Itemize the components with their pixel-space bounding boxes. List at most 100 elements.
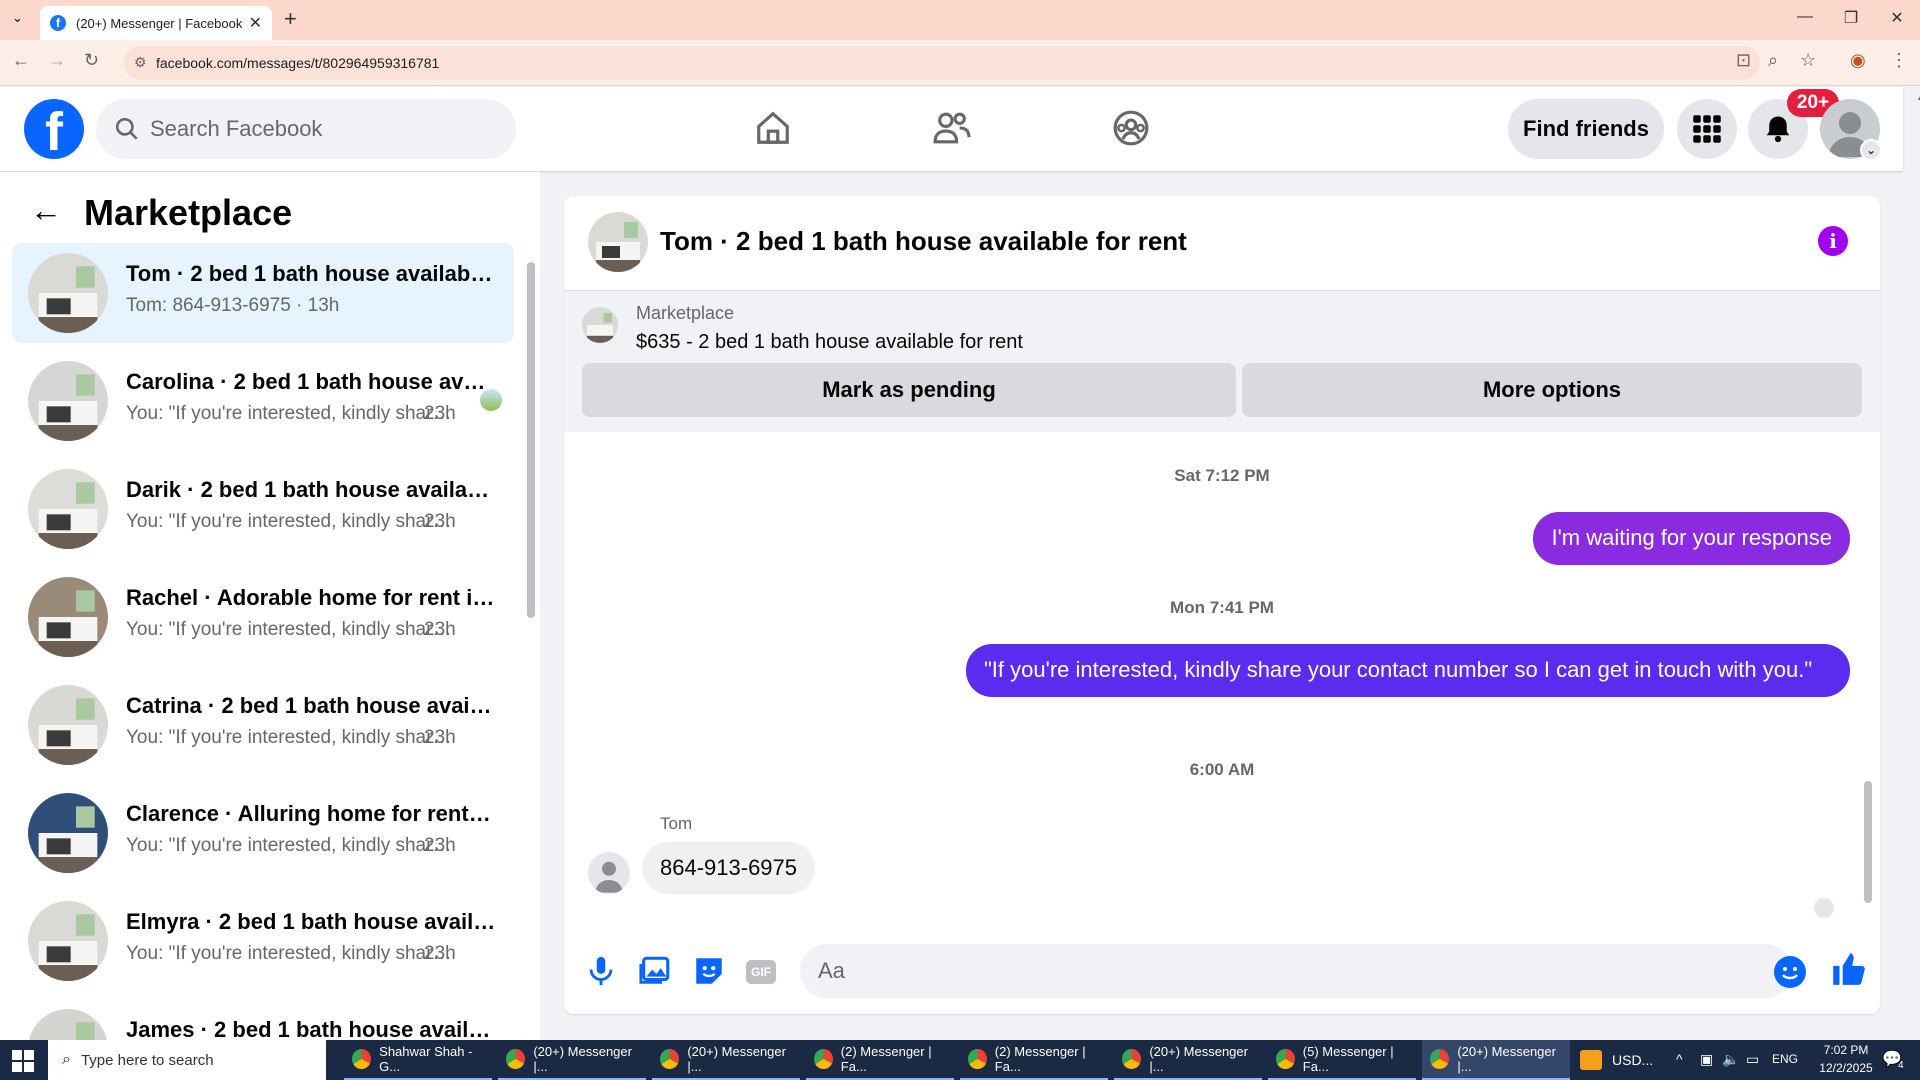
page-scroll-up-icon[interactable]: ▲ xyxy=(1916,92,1920,103)
install-icon[interactable]: ⊡ xyxy=(1736,50,1751,71)
taskbar-window-item[interactable]: (20+) Messenger |... xyxy=(1422,1040,1570,1080)
taskbar-window-item[interactable]: Shahwar Shah - G... xyxy=(344,1040,492,1080)
conversation-item[interactable]: James · 2 bed 1 bath house available for… xyxy=(12,999,514,1040)
url-field[interactable]: ⚙ facebook.com/messages/t/80296495931678… xyxy=(124,46,1760,80)
taskbar-item-label: (20+) Messenger |... xyxy=(687,1044,786,1074)
chrome-icon xyxy=(506,1049,526,1069)
chrome-icon xyxy=(1276,1049,1295,1069)
conversation-item[interactable]: Clarence · Alluring home for rent in tow… xyxy=(12,783,514,883)
taskbar-search[interactable]: ⌕ Type here to search xyxy=(48,1040,326,1080)
back-icon[interactable]: ← xyxy=(12,50,30,71)
search-placeholder: Search Facebook xyxy=(150,116,323,141)
photo-icon[interactable] xyxy=(638,954,672,993)
volume-icon[interactable]: 🔈 xyxy=(1722,1051,1739,1068)
currency-widget-text: USD... xyxy=(1612,1052,1654,1068)
friends-icon[interactable] xyxy=(932,109,972,152)
find-friends-button[interactable]: Find friends xyxy=(1508,99,1664,159)
browser-tab-bar: ⌄ f (20+) Messenger | Facebook ✕ + — ❐ ✕ xyxy=(0,0,1920,40)
conversation-title: James · 2 bed 1 bath house available for… xyxy=(126,1017,496,1040)
reload-icon[interactable]: ↻ xyxy=(84,50,99,71)
chat-title[interactable]: Tom · 2 bed 1 bath house available for r… xyxy=(660,226,1187,257)
restore-icon[interactable]: ❐ xyxy=(1836,8,1866,28)
conversation-item[interactable]: Tom · 2 bed 1 bath house available for r… xyxy=(12,243,514,343)
clock-date[interactable]: 12/2/2025 xyxy=(1808,1061,1884,1075)
taskbar-window-item[interactable]: (2) Messenger | Fa... xyxy=(960,1040,1108,1080)
sender-name: Tom xyxy=(660,814,693,833)
conversation-item[interactable]: Carolina · 2 bed 1 bath house available … xyxy=(12,351,514,451)
menu-dots-icon[interactable]: ⋮ xyxy=(1890,50,1908,71)
chat-scrollbar[interactable] xyxy=(1864,781,1872,903)
mark-as-pending-button[interactable]: Mark as pending xyxy=(582,363,1236,417)
show-hidden-icons[interactable]: ^ xyxy=(1676,1051,1683,1067)
conversation-item[interactable]: Darik · 2 bed 1 bath house available for… xyxy=(12,459,514,559)
groups-icon[interactable] xyxy=(1112,109,1150,152)
chrome-icon xyxy=(352,1049,372,1069)
like-thumb-icon[interactable] xyxy=(1830,950,1868,993)
taskbar-window-item[interactable]: (20+) Messenger |... xyxy=(498,1040,646,1080)
more-options-button[interactable]: More options xyxy=(1242,363,1862,417)
taskbar-window-item[interactable]: (20+) Messenger |... xyxy=(1114,1040,1262,1080)
windows-taskbar: ⌕ Type here to search Shahwar Shah - G..… xyxy=(0,1040,1920,1080)
home-icon[interactable] xyxy=(754,109,792,152)
tab-title: (20+) Messenger | Facebook xyxy=(76,15,243,31)
listing-thumb xyxy=(582,307,618,343)
conversation-item[interactable]: Elmyra · 2 bed 1 bath house available fo… xyxy=(12,891,514,991)
tab-list-icon[interactable]: ⌄ xyxy=(12,10,23,26)
info-icon[interactable]: i xyxy=(1818,226,1848,256)
language-indicator[interactable]: ENG xyxy=(1772,1052,1798,1066)
windows-start-icon[interactable] xyxy=(12,1050,34,1072)
sticker-icon[interactable] xyxy=(692,954,726,993)
taskbar-window-item[interactable]: (5) Messenger | Fa... xyxy=(1268,1040,1416,1080)
incoming-message[interactable]: 864-913-6975 xyxy=(642,842,816,894)
conversation-thumbnail xyxy=(28,685,108,765)
microphone-icon[interactable] xyxy=(584,954,618,993)
seen-avatar-icon xyxy=(1814,898,1834,918)
listing-title[interactable]: $635 - 2 bed 1 bath house available for … xyxy=(636,331,1023,354)
chrome-icon xyxy=(1430,1049,1450,1069)
minimize-icon[interactable]: — xyxy=(1790,8,1820,26)
taskbar-window-item[interactable]: (2) Messenger | Fa... xyxy=(806,1040,954,1080)
site-info-icon[interactable]: ⚙ xyxy=(134,54,147,71)
new-tab-icon[interactable]: + xyxy=(284,6,297,32)
facebook-header: f Search Facebook Find friends 20+ ⌄ xyxy=(0,87,1903,171)
message-input[interactable]: Aa xyxy=(800,944,1792,998)
conversation-snippet: You: "If you're interested, kindly share… xyxy=(126,727,456,748)
list-scrollbar[interactable] xyxy=(527,262,535,618)
clock-time[interactable]: 7:02 PM xyxy=(1816,1043,1876,1057)
taskbar-item-label: (20+) Messenger |... xyxy=(1149,1044,1248,1074)
taskbar-item-label: Shahwar Shah - G... xyxy=(379,1044,473,1074)
notification-count: 4 xyxy=(1898,1060,1904,1071)
emoji-icon[interactable] xyxy=(1774,956,1806,988)
outgoing-message[interactable]: I'm waiting for your response xyxy=(1533,512,1850,565)
bookmark-star-icon[interactable]: ☆ xyxy=(1800,50,1816,71)
profile-icon[interactable]: ◉ xyxy=(1850,50,1866,71)
conversation-title: Tom · 2 bed 1 bath house available for r… xyxy=(126,261,496,286)
conversation-item[interactable]: Catrina · 2 bed 1 bath house available f… xyxy=(12,675,514,775)
meet-now-icon[interactable]: ▣ xyxy=(1700,1051,1713,1068)
chrome-icon xyxy=(1122,1049,1142,1069)
outgoing-message[interactable]: "If you're interested, kindly share your… xyxy=(966,644,1850,697)
gif-icon[interactable]: GIF xyxy=(746,960,776,984)
conversation-panel: Tom · 2 bed 1 bath house available for r… xyxy=(564,196,1880,1014)
close-tab-icon[interactable]: ✕ xyxy=(249,13,262,33)
close-window-icon[interactable]: ✕ xyxy=(1882,8,1912,28)
listing-label: Marketplace xyxy=(636,303,735,323)
currency-widget-icon[interactable] xyxy=(1580,1050,1602,1070)
zoom-icon[interactable]: ⌕ xyxy=(1768,50,1778,71)
taskbar-window-item[interactable]: (20+) Messenger |... xyxy=(652,1040,800,1080)
conversation-item[interactable]: Rachel · Adorable home for rent in town Y… xyxy=(12,567,514,667)
facebook-favicon-icon: f xyxy=(50,15,66,31)
back-arrow-icon[interactable]: ← xyxy=(30,192,62,229)
conversation-thumbnail xyxy=(28,361,108,441)
chrome-icon xyxy=(660,1049,680,1069)
facebook-logo[interactable]: f xyxy=(24,99,84,159)
forward-icon[interactable]: → xyxy=(48,50,66,71)
browser-tab[interactable]: f (20+) Messenger | Facebook ✕ xyxy=(40,6,272,40)
url-text: facebook.com/messages/t/802964959316781 xyxy=(156,55,440,71)
network-icon[interactable]: ▭ xyxy=(1746,1051,1759,1068)
account-chevron-icon[interactable]: ⌄ xyxy=(1860,139,1882,161)
sender-avatar[interactable] xyxy=(588,852,630,894)
search-input[interactable]: Search Facebook xyxy=(96,99,516,159)
menu-grid-button[interactable] xyxy=(1677,99,1737,159)
conversation-snippet: You: "If you're interested, kindly share… xyxy=(126,511,456,532)
